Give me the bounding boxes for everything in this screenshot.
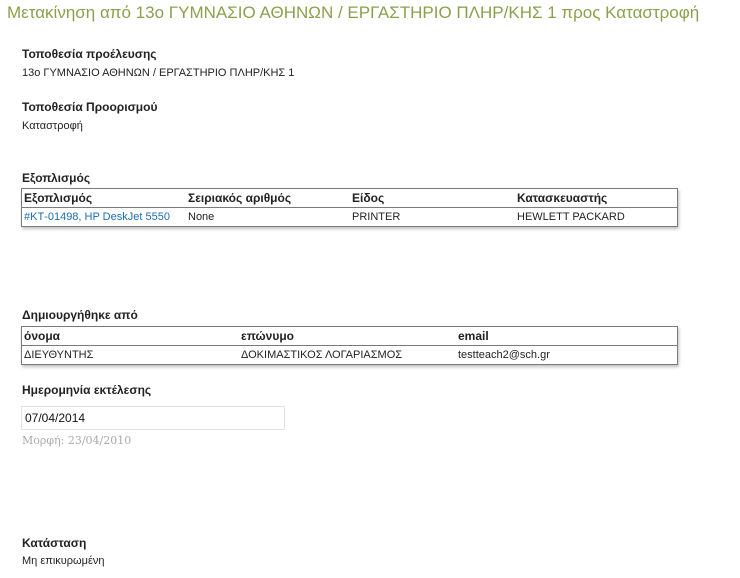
status-value: Μη επικυρωμένη xyxy=(22,555,105,567)
manufacturer-cell: HEWLETT PACKARD xyxy=(517,211,625,223)
equipment-cell[interactable]: #ΚΤ-01498, HP DeskJet 5550 xyxy=(22,208,187,227)
execution-date-input[interactable] xyxy=(21,406,285,430)
equipment-table: Εξοπλισμός Σειριακός αριθμός Είδος Κατασ… xyxy=(21,188,678,227)
serial-cell: None xyxy=(188,211,215,223)
column-header-equipment: Εξοπλισμός xyxy=(21,188,186,208)
type-cell: PRINTER xyxy=(352,211,401,223)
destination-value: Καταστροφή xyxy=(22,120,83,132)
created-by-table: όνομα επώνυμο email ΔΙΕΥΘΥΝΤΗΣ ΔΟΚΙΜΑΣΤΙ… xyxy=(21,326,678,365)
email-cell: testteach2@sch.gr xyxy=(458,349,550,361)
column-header-first-name: όνομα xyxy=(21,326,239,346)
last-name-cell: ΔΟΚΙΜΑΣΤΙΚΟΣ ΛΟΓΑΡΙΑΣΜΟΣ xyxy=(241,349,403,361)
equipment-label: Εξοπλισμός xyxy=(22,171,91,185)
equipment-header-row: Εξοπλισμός Σειριακός αριθμός Είδος Κατασ… xyxy=(21,188,678,208)
column-header-type: Είδος xyxy=(350,188,515,208)
first-name-cell: ΔΙΕΥΘΥΝΤΗΣ xyxy=(24,349,94,361)
equipment-link[interactable]: #ΚΤ-01498, HP DeskJet 5550 xyxy=(24,211,170,223)
page-title: Μετακίνηση από 13ο ΓΥΜΝΑΣΙΟ ΑΘΗΝΩΝ / ΕΡΓ… xyxy=(7,3,700,22)
execution-date-label: Ημερομηνία εκτέλεσης xyxy=(22,383,152,397)
created-by-label: Δημιουργήθηκε από xyxy=(22,308,138,322)
column-header-manufacturer: Κατασκευαστής xyxy=(515,188,678,208)
origin-value: 13ο ΓΥΜΝΑΣΙΟ ΑΘΗΝΩΝ / ΕΡΓΑΣΤΗΡΙΟ ΠΛΗΡ/ΚΗ… xyxy=(22,67,295,79)
column-header-email: email xyxy=(456,326,678,346)
created-by-header-row: όνομα επώνυμο email xyxy=(21,326,678,346)
column-header-serial: Σειριακός αριθμός xyxy=(186,188,350,208)
table-row: ΔΙΕΥΘΥΝΤΗΣ ΔΟΚΙΜΑΣΤΙΚΟΣ ΛΟΓΑΡΙΑΣΜΟΣ test… xyxy=(22,346,678,365)
column-header-last-name: επώνυμο xyxy=(239,326,456,346)
status-label: Κατάσταση xyxy=(22,536,87,550)
origin-label: Τοποθεσία προέλευσης xyxy=(22,47,157,61)
destination-label: Τοποθεσία Προορισμού xyxy=(22,100,158,114)
table-row: #ΚΤ-01498, HP DeskJet 5550 None PRINTER … xyxy=(22,208,678,227)
date-format-hint: Μορφή: 23/04/2010 xyxy=(22,434,132,447)
